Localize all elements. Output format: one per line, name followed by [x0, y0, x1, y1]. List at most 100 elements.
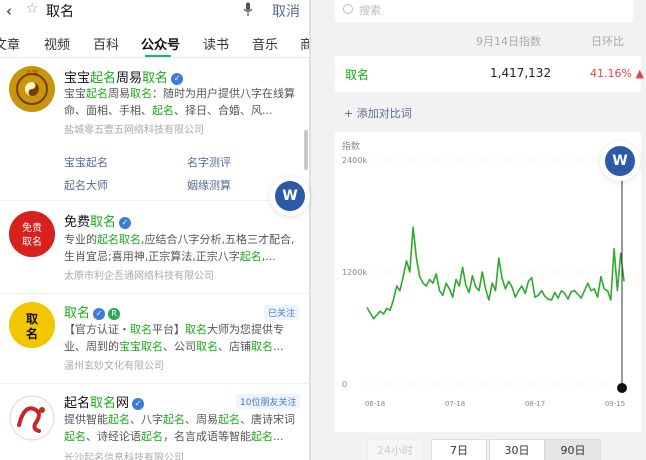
desc-text: 、八字: [130, 413, 163, 426]
svg-text:免贵: 免贵: [22, 221, 42, 234]
account-avatar: 取 名: [9, 302, 55, 348]
index-search-box[interactable]: 搜索: [335, 0, 633, 22]
search-query[interactable]: 取名: [46, 1, 74, 21]
period-30d-button[interactable]: 30日: [489, 439, 545, 460]
search-bar: ‹ ☆ 取名 取消: [0, 0, 309, 22]
result-item-naming[interactable]: 取 名 取名 ✓ R 已关注 【官方认证・取名平台】取名大师为您提供专业、周到的宝宝…: [0, 296, 309, 380]
tab-books[interactable]: 读书: [203, 34, 229, 53]
desc-highlight: 起名: [141, 430, 163, 443]
category-tabs: 文章 视频 百科 公众号 读书 音乐 商: [0, 30, 309, 58]
desc-text: 平台】: [152, 323, 185, 336]
desc-highlight: 起名: [218, 413, 240, 426]
period-7d-button[interactable]: 7日: [431, 439, 487, 460]
star-icon[interactable]: ☆: [26, 1, 39, 17]
y-tick-label: 0: [342, 380, 347, 389]
search-placeholder: 搜索: [359, 4, 381, 17]
column-header-date: 9月14日指数: [476, 35, 541, 48]
tab-more[interactable]: 商: [300, 34, 309, 53]
scrollbar-thumb[interactable]: [304, 130, 308, 170]
result-item-free-naming[interactable]: 免贵 取名 免费取名 ✓ 专业的起名取名,应结合八字分析,五格三才配合,生肖宜忌;…: [0, 205, 309, 293]
desc-highlight: 宝宝取名: [119, 340, 163, 353]
result-item-baby-naming[interactable]: 八字 宝宝起名周易取名 ✓ 宝宝起名周易取名：随时为用户提供八字在线算命、面相、手…: [0, 62, 309, 204]
account-name[interactable]: 起名取名网 ✓: [64, 392, 145, 411]
name-highlight: 取名: [64, 306, 91, 321]
desc-highlight: 起名取名: [97, 233, 141, 246]
account-avatar: [9, 395, 55, 441]
account-description: 专业的起名取名,应结合八字分析,五格三才配合,生肖宜忌;喜用神,正宗算法,正宗八…: [64, 231, 300, 265]
menu-link-marriage[interactable]: 姻缘测算: [187, 177, 231, 193]
svg-text:八字: 八字: [26, 69, 38, 77]
verified-icon: ✓: [132, 397, 145, 410]
tab-videos[interactable]: 视频: [44, 34, 70, 53]
account-name[interactable]: 免费取名 ✓: [64, 211, 132, 230]
desc-text: 【官方认证・: [64, 323, 130, 336]
desc-highlight: 起名: [251, 430, 273, 443]
period-90d-button[interactable]: 90日: [545, 439, 601, 460]
company-name: 盐城零五壹五网络科技有限公司: [64, 125, 204, 136]
desc-highlight: 起名: [163, 413, 185, 426]
cursor-dot: [617, 383, 627, 393]
desc-highlight: 取名: [251, 340, 273, 353]
name-part: 周易: [116, 71, 143, 86]
divider: [0, 200, 309, 201]
desc-text: 专业的: [64, 233, 97, 246]
result-item-naming-web[interactable]: 起名取名网 ✓ 10位朋友关注 提供智能起名、八字起名、周易起名、唐诗宋词起名、诗…: [0, 387, 309, 460]
desc-highlight: 取名: [185, 323, 207, 336]
arrow-up-icon: ▲: [635, 67, 644, 80]
name-part: 免费: [64, 215, 91, 230]
floating-w-button-right[interactable]: W: [605, 146, 635, 176]
naming-web-logo-icon: [9, 395, 55, 441]
desc-text: 、店铺: [218, 340, 251, 353]
divider: [0, 383, 309, 384]
desc-text: 宝宝: [64, 87, 86, 100]
index-panel: 搜索 9月14日指数 日环比 取名 1,417,132 41.16% ▲ + 添…: [311, 0, 646, 460]
name-part: 网: [116, 396, 130, 411]
cancel-button[interactable]: 取消: [272, 1, 300, 21]
desc-text: ...: [273, 430, 284, 443]
tab-official-accounts[interactable]: 公众号: [141, 34, 180, 53]
account-avatar: 八字: [9, 66, 55, 112]
change-percent: 41.16% ▲: [590, 67, 644, 80]
svg-text:名: 名: [26, 326, 38, 341]
account-description: 【官方认证・取名平台】取名大师为您提供专业、周到的宝宝取名、公司取名、店铺取名.…: [64, 321, 300, 355]
account-name[interactable]: 取名 ✓ R: [64, 302, 121, 321]
followed-badge: 已关注: [264, 305, 300, 320]
mini-program-icon: R: [108, 307, 121, 320]
desc-text: 周易: [108, 87, 130, 100]
desc-highlight: 起名: [239, 250, 262, 263]
x-tick-label: 08-17: [525, 400, 545, 408]
desc-text: 、唐诗宋词: [240, 413, 295, 426]
desc-text: 、诗经论语: [86, 430, 141, 443]
desc-highlight: 取名: [196, 340, 218, 353]
desc-text: 提供智能: [64, 413, 108, 426]
desc-text: 、周易: [185, 413, 218, 426]
tab-encyclopedia[interactable]: 百科: [93, 34, 119, 53]
menu-link-naming-master[interactable]: 起名大师: [64, 177, 108, 193]
account-description: 提供智能起名、八字起名、周易起名、唐诗宋词起名、诗经论语起名，名言成语等智能起名…: [64, 411, 300, 445]
search-icon: [343, 4, 353, 14]
keyword-row[interactable]: 取名 1,417,132 41.16% ▲: [335, 56, 644, 92]
verified-icon: ✓: [119, 216, 132, 229]
account-description: 宝宝起名周易取名：随时为用户提供八字在线算命、面相、手相、起名、择日、合婚、风.…: [64, 85, 300, 119]
account-name[interactable]: 宝宝起名周易取名 ✓: [64, 67, 184, 86]
name-part: 起名: [64, 396, 91, 411]
company-name: 温州玄妙文化有限公司: [64, 361, 164, 372]
desc-text: 、择日、合婚、风...: [174, 104, 273, 117]
account-avatar: 免贵 取名: [9, 211, 55, 257]
back-icon[interactable]: ‹: [6, 2, 12, 20]
company-name: 长沙起名信息科技有限公司: [64, 453, 184, 460]
x-tick-label: 09-15: [605, 400, 625, 408]
tab-music[interactable]: 音乐: [252, 34, 278, 53]
microphone-icon[interactable]: [243, 2, 253, 17]
tab-articles[interactable]: 文章: [0, 34, 20, 53]
desc-highlight: 起名: [108, 413, 130, 426]
desc-text: 、公司: [163, 340, 196, 353]
divider: [0, 293, 309, 294]
trend-chart: 指数 2400k 1200k 0 06-18 07-18 08-17 09-15: [335, 132, 641, 432]
floating-w-button-left[interactable]: W: [275, 181, 305, 211]
add-compare-button[interactable]: + 添加对比词: [344, 105, 412, 121]
period-24h-button[interactable]: 24小时: [367, 439, 423, 460]
menu-link-name-test[interactable]: 名字测评: [187, 154, 231, 170]
menu-link-baby-naming[interactable]: 宝宝起名: [64, 154, 108, 170]
y-axis-title: 指数: [342, 140, 360, 152]
